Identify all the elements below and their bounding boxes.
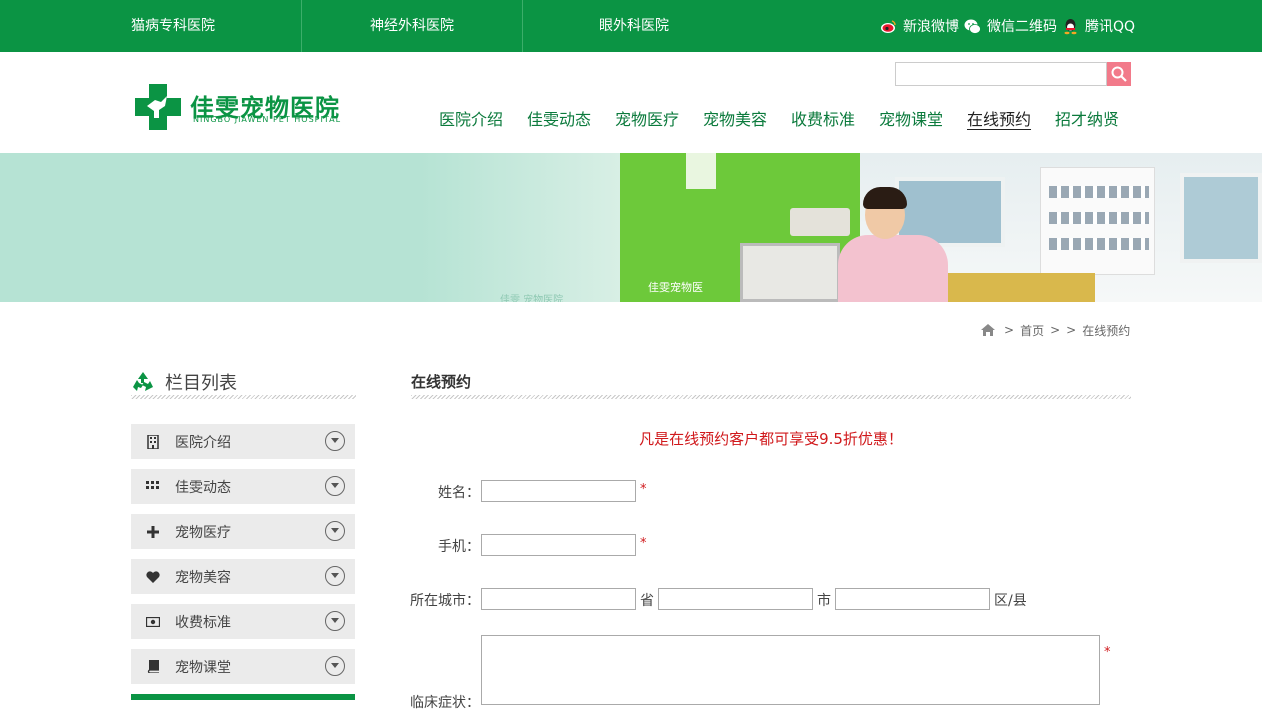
- breadcrumb-home[interactable]: 首页: [1020, 322, 1044, 339]
- page-title: 在线预约: [411, 373, 472, 391]
- sidebar-item-about[interactable]: 医院介绍: [131, 424, 355, 459]
- province-unit: 省: [640, 593, 654, 609]
- district-unit: 区/县: [994, 593, 1027, 609]
- city-unit: 市: [817, 593, 831, 609]
- sidebar-title: 栏目列表: [131, 368, 237, 396]
- book-icon: [146, 660, 160, 674]
- province-field[interactable]: [481, 588, 636, 610]
- weibo-link[interactable]: 新浪微博: [880, 0, 959, 52]
- chevron-down-icon: [325, 566, 345, 586]
- required-mark: *: [1104, 645, 1111, 660]
- banner-staff: [838, 235, 948, 302]
- sidebar-item-label: 佳雯动态: [175, 479, 231, 496]
- sidebar-item-grooming[interactable]: 宠物美容: [131, 559, 355, 594]
- symptom-label: 临床症状：: [410, 695, 480, 711]
- breadcrumb-sep: >: [1004, 323, 1015, 337]
- required-mark: *: [640, 536, 647, 551]
- logo[interactable]: 佳雯宠物医院 NINGBO JIAWEN PET HOSPITAL: [135, 84, 365, 132]
- phone-label: 手机：: [438, 539, 480, 555]
- nav-booking[interactable]: 在线预约: [967, 106, 1031, 130]
- sidebar-item-label: 医院介绍: [175, 434, 231, 451]
- nav-classroom[interactable]: 宠物课堂: [879, 106, 943, 130]
- wechat-link[interactable]: 微信二维码: [964, 0, 1057, 52]
- banner-fade: [420, 153, 620, 302]
- divider: [131, 395, 356, 399]
- sidebar-item-pricing[interactable]: 收费标准: [131, 604, 355, 639]
- district-field[interactable]: [835, 588, 990, 610]
- breadcrumb-sep: >: [1050, 323, 1061, 337]
- link-eye-hospital[interactable]: 眼外科医院: [599, 0, 669, 52]
- plus-icon: [146, 525, 160, 539]
- wechat-icon: [964, 19, 981, 34]
- money-icon: [146, 615, 160, 629]
- nav-grooming[interactable]: 宠物美容: [703, 106, 767, 130]
- nav-careers[interactable]: 招才纳贤: [1055, 106, 1119, 130]
- home-icon[interactable]: [980, 322, 996, 338]
- logo-name-en: NINGBO JIAWEN PET HOSPITAL: [193, 115, 342, 124]
- sidebar-item-label: 宠物课堂: [175, 659, 231, 676]
- sidebar-item-label: 收费标准: [175, 614, 231, 631]
- top-bar: 猫病专科医院 神经外科医院 眼外科医院 新浪微博 微信二维码 腾讯QQ: [0, 0, 1262, 52]
- chevron-down-icon: [325, 431, 345, 451]
- search-button[interactable]: [1107, 62, 1131, 86]
- symptom-textarea[interactable]: [481, 635, 1100, 705]
- banner-device: [790, 208, 850, 236]
- link-cat-hospital[interactable]: 猫病专科医院: [131, 0, 215, 52]
- chevron-down-icon: [325, 521, 345, 541]
- divider: [411, 395, 1131, 399]
- city-field[interactable]: [658, 588, 813, 610]
- name-label: 姓名：: [438, 485, 480, 501]
- chevron-down-icon: [325, 611, 345, 631]
- breadcrumb-current: 在线预约: [1082, 323, 1131, 338]
- nav-news[interactable]: 佳雯动态: [527, 106, 591, 130]
- heart-icon: [146, 570, 160, 584]
- banner-counter: [945, 273, 1095, 302]
- grid-icon: [146, 480, 160, 494]
- sidebar-item-label: 宠物美容: [175, 569, 231, 586]
- banner-shelf: [1040, 167, 1155, 275]
- sidebar-item-news[interactable]: 佳雯动态: [131, 469, 355, 504]
- sidebar-item-booking[interactable]: [131, 694, 355, 700]
- qq-label: 腾讯QQ: [1085, 19, 1136, 35]
- chevron-down-icon: [325, 476, 345, 496]
- nav-pricing[interactable]: 收费标准: [791, 106, 855, 130]
- banner-monitor: [740, 243, 840, 302]
- weibo-label: 新浪微博: [903, 19, 959, 35]
- chevron-down-icon: [325, 656, 345, 676]
- wechat-label: 微信二维码: [987, 19, 1057, 35]
- link-neuro-hospital[interactable]: 神经外科医院: [370, 0, 454, 52]
- sidebar-item-medical[interactable]: 宠物医疗: [131, 514, 355, 549]
- name-field[interactable]: [481, 480, 636, 502]
- promo-notice: 凡是在线预约客户都可享受9.5折优惠！: [639, 430, 903, 448]
- hero-banner: 佳雯宠物医 佳雯 宠物医院: [0, 153, 1262, 302]
- banner-sign-faded: 佳雯 宠物医院: [500, 295, 564, 302]
- divider: [522, 0, 523, 52]
- breadcrumb: > 首页 > > 在线预约: [980, 321, 1136, 339]
- sidebar-item-classroom[interactable]: 宠物课堂: [131, 649, 355, 684]
- breadcrumb-sep: >: [1066, 323, 1077, 337]
- banner-sign: 佳雯宠物医: [648, 281, 703, 294]
- required-mark: *: [640, 482, 647, 497]
- phone-field[interactable]: [481, 534, 636, 556]
- banner-window: [1180, 173, 1262, 263]
- divider: [301, 0, 302, 52]
- search-input[interactable]: [895, 62, 1107, 86]
- weibo-icon: [881, 19, 896, 33]
- banner-notice: [686, 153, 716, 189]
- sidebar-title-label: 栏目列表: [165, 373, 237, 394]
- recycle-icon: [133, 372, 153, 391]
- qq-link[interactable]: 腾讯QQ: [1062, 0, 1135, 52]
- nav-medical[interactable]: 宠物医疗: [615, 106, 679, 130]
- qq-penguin-icon: [1064, 18, 1077, 34]
- banner-staff-hair: [863, 187, 907, 209]
- hospital-cross-logo-icon: [135, 84, 181, 130]
- building-icon: [146, 434, 160, 449]
- search-icon: [1111, 66, 1127, 82]
- sidebar-item-label: 宠物医疗: [175, 524, 231, 541]
- city-label: 所在城市：: [410, 593, 480, 609]
- nav-about[interactable]: 医院介绍: [439, 106, 503, 130]
